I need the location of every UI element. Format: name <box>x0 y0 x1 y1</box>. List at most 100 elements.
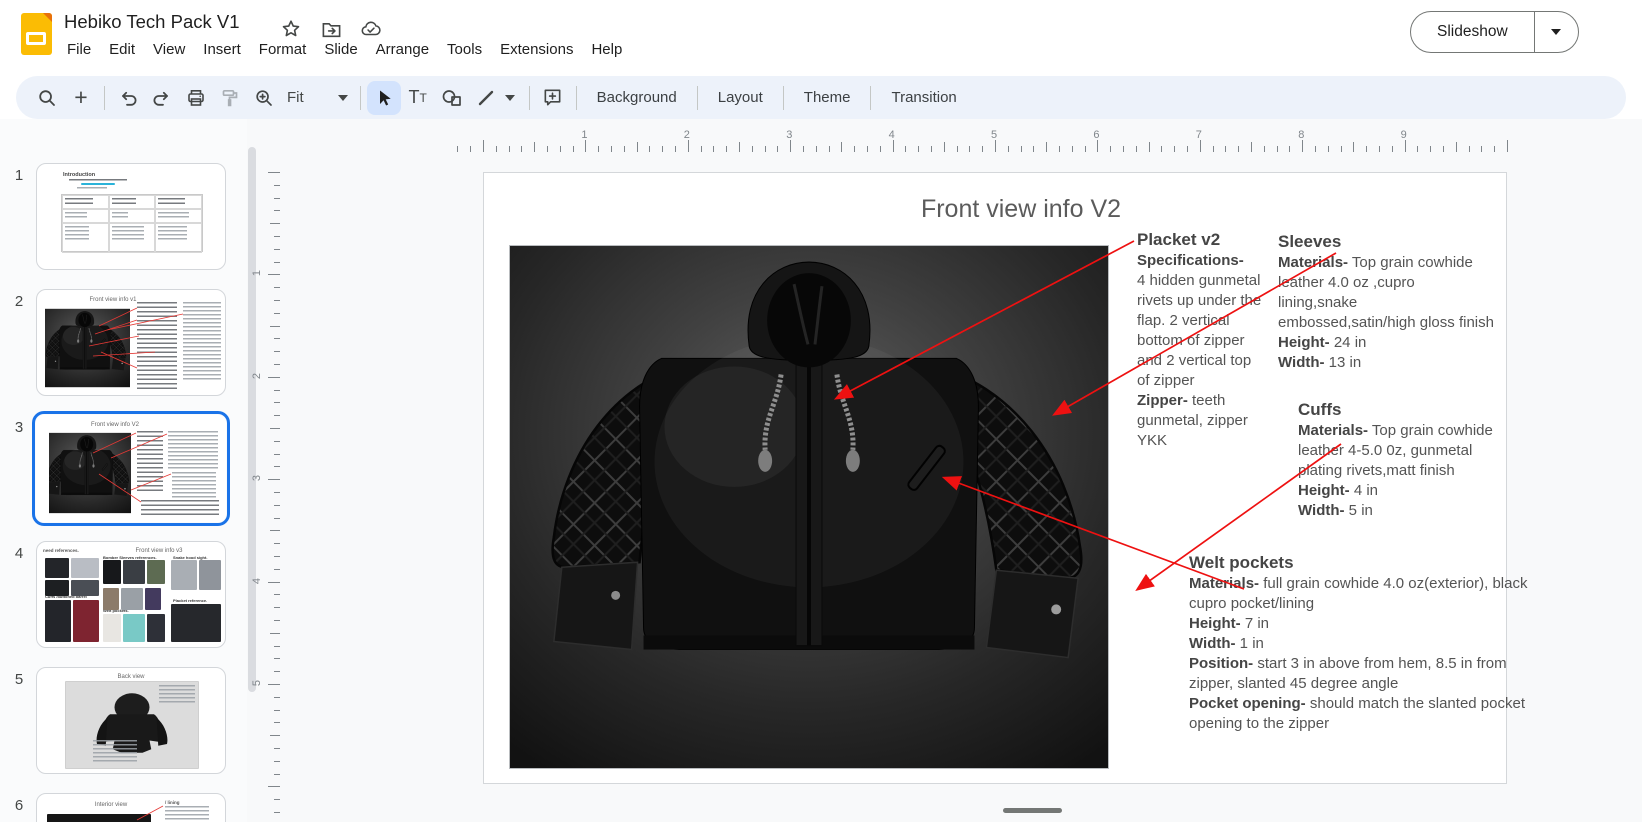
text-box-tool[interactable]: Tt <box>401 81 435 115</box>
slide-thumbnail-6[interactable]: Interior view / lining <box>36 793 226 822</box>
sleeves-spec-line: Width- 13 in <box>1278 353 1494 373</box>
logo-fold <box>43 13 52 22</box>
slide-thumbnail-3[interactable]: Front view info V2 <box>36 415 226 522</box>
google-slides-logo[interactable] <box>21 13 52 55</box>
vruler-number: 2 <box>251 373 263 379</box>
welt-spec-line: Pocket opening- should match the slanted… <box>1189 694 1529 734</box>
undo-button[interactable] <box>111 81 145 115</box>
app-header: Hebiko Tech Pack V1 FileEditViewInsertFo… <box>0 0 1642 76</box>
placket-spec-line: Specifications- <box>1137 251 1265 271</box>
toolbar-separator <box>104 86 105 110</box>
vruler-number: 3 <box>251 475 263 481</box>
cuffs-heading: Cuffs <box>1298 399 1508 421</box>
hruler-number: 6 <box>1093 129 1099 141</box>
menu-bar: FileEditViewInsertFormatSlideArrangeTool… <box>58 38 631 61</box>
sleeves-spec-line: Materials- Top grain cowhide leather 4.0… <box>1278 253 1494 333</box>
toolbar: + Fit Tt <box>16 76 1626 119</box>
logo-page <box>26 32 46 45</box>
welt-heading: Welt pockets <box>1189 552 1529 574</box>
welt-spec-line: Width- 1 in <box>1189 634 1529 654</box>
menu-file[interactable]: File <box>58 38 100 61</box>
hruler-number: 4 <box>889 129 895 141</box>
horizontal-ruler: 1 2 3 4 5 6 7 8 9 <box>448 131 1518 152</box>
hruler-number: 9 <box>1401 129 1407 141</box>
paint-format-icon[interactable] <box>213 81 247 115</box>
hruler-number: 5 <box>991 129 997 141</box>
layout-button[interactable]: Layout <box>704 89 777 106</box>
menu-extensions[interactable]: Extensions <box>491 38 582 61</box>
slide-thumbnail-4[interactable]: need references. Front view info v3 Bomb… <box>36 541 226 648</box>
menu-edit[interactable]: Edit <box>100 38 144 61</box>
background-button[interactable]: Background <box>583 89 691 106</box>
slide-number: 3 <box>8 419 30 436</box>
placket-spec-line: Zipper- teeth gunmetal, zipper YKK <box>1137 391 1265 451</box>
line-tool[interactable] <box>469 81 503 115</box>
toolbar-separator <box>783 86 784 110</box>
slide-thumbnail-1[interactable]: Introduction <box>36 163 226 270</box>
hruler-number: 3 <box>786 129 792 141</box>
shape-tool[interactable] <box>435 81 469 115</box>
menu-format[interactable]: Format <box>250 38 316 61</box>
placket-textbox[interactable]: Placket v2Specifications-4 hidden gunmet… <box>1137 229 1265 451</box>
placket-heading: Placket v2 <box>1137 229 1265 251</box>
cuffs-spec-line: Width- 5 in <box>1298 501 1508 521</box>
slideshow-label[interactable]: Slideshow <box>1411 12 1534 52</box>
sleeves-textbox[interactable]: SleevesMaterials- Top grain cowhide leat… <box>1278 231 1494 373</box>
menu-slide[interactable]: Slide <box>315 38 366 61</box>
sleeves-spec-line: Height- 24 in <box>1278 333 1494 353</box>
slide-canvas[interactable]: Front view info V2 Placket v2Specificati… <box>483 172 1507 784</box>
hruler-number: 2 <box>684 129 690 141</box>
slide-number: 6 <box>8 797 30 814</box>
slide-number: 2 <box>8 293 30 310</box>
search-menus-icon[interactable] <box>30 81 64 115</box>
hruler-number: 1 <box>581 129 587 141</box>
menu-view[interactable]: View <box>144 38 194 61</box>
toolbar-separator <box>697 86 698 110</box>
zoom-select[interactable]: Fit <box>281 89 354 106</box>
transition-button[interactable]: Transition <box>877 89 970 106</box>
document-title[interactable]: Hebiko Tech Pack V1 <box>64 11 240 33</box>
select-tool[interactable] <box>367 81 401 115</box>
redo-button[interactable] <box>145 81 179 115</box>
menu-insert[interactable]: Insert <box>194 38 250 61</box>
welt-spec-line: Position- start 3 in above from hem, 8.5… <box>1189 654 1529 694</box>
cuffs-textbox[interactable]: CuffsMaterials- Top grain cowhide leathe… <box>1298 399 1508 521</box>
vruler-number: 1 <box>251 270 263 276</box>
slide-number: 1 <box>8 167 30 184</box>
theme-button[interactable]: Theme <box>790 89 865 106</box>
welt-spec-line: Materials- full grain cowhide 4.0 oz(ext… <box>1189 574 1529 614</box>
slide-number: 4 <box>8 545 30 562</box>
slideshow-button[interactable]: Slideshow <box>1410 11 1579 53</box>
toolbar-separator <box>576 86 577 110</box>
slide-filmstrip: 1 Introduction 2 Front view info v1 3 Front… <box>0 119 247 822</box>
slide-thumbnail-5[interactable]: Back view <box>36 667 226 774</box>
toolbar-separator <box>529 86 530 110</box>
zoom-in-icon[interactable] <box>247 81 281 115</box>
jacket-front-image[interactable] <box>509 245 1109 769</box>
line-tool-caret[interactable] <box>505 95 515 101</box>
welt-spec-line: Height- 7 in <box>1189 614 1529 634</box>
slideshow-dropdown[interactable] <box>1534 12 1578 52</box>
vruler-number: 5 <box>251 680 263 686</box>
slide-title-textbox[interactable]: Front view info V2 <box>721 195 1321 224</box>
hruler-number: 7 <box>1196 129 1202 141</box>
print-button[interactable] <box>179 81 213 115</box>
cuffs-spec-line: Materials- Top grain cowhide leather 4-5… <box>1298 421 1508 481</box>
hruler-number: 8 <box>1298 129 1304 141</box>
slide-number: 5 <box>8 671 30 688</box>
slide-thumbnail-2[interactable]: Front view info v1 <box>36 289 226 396</box>
toolbar-separator <box>870 86 871 110</box>
cuffs-spec-line: Height- 4 in <box>1298 481 1508 501</box>
vruler-number: 4 <box>251 578 263 584</box>
zoom-value: Fit <box>287 89 304 106</box>
menu-arrange[interactable]: Arrange <box>367 38 438 61</box>
menu-help[interactable]: Help <box>582 38 631 61</box>
sleeves-heading: Sleeves <box>1278 231 1494 253</box>
menu-tools[interactable]: Tools <box>438 38 491 61</box>
insert-comment-icon[interactable] <box>536 81 570 115</box>
canvas-horizontal-scrollbar[interactable] <box>1003 808 1062 813</box>
welt-textbox[interactable]: Welt pocketsMaterials- full grain cowhid… <box>1189 552 1529 734</box>
new-slide-button[interactable]: + <box>64 81 98 115</box>
placket-spec-line: 4 hidden gunmetal rivets up under the fl… <box>1137 271 1265 391</box>
toolbar-separator <box>360 86 361 110</box>
